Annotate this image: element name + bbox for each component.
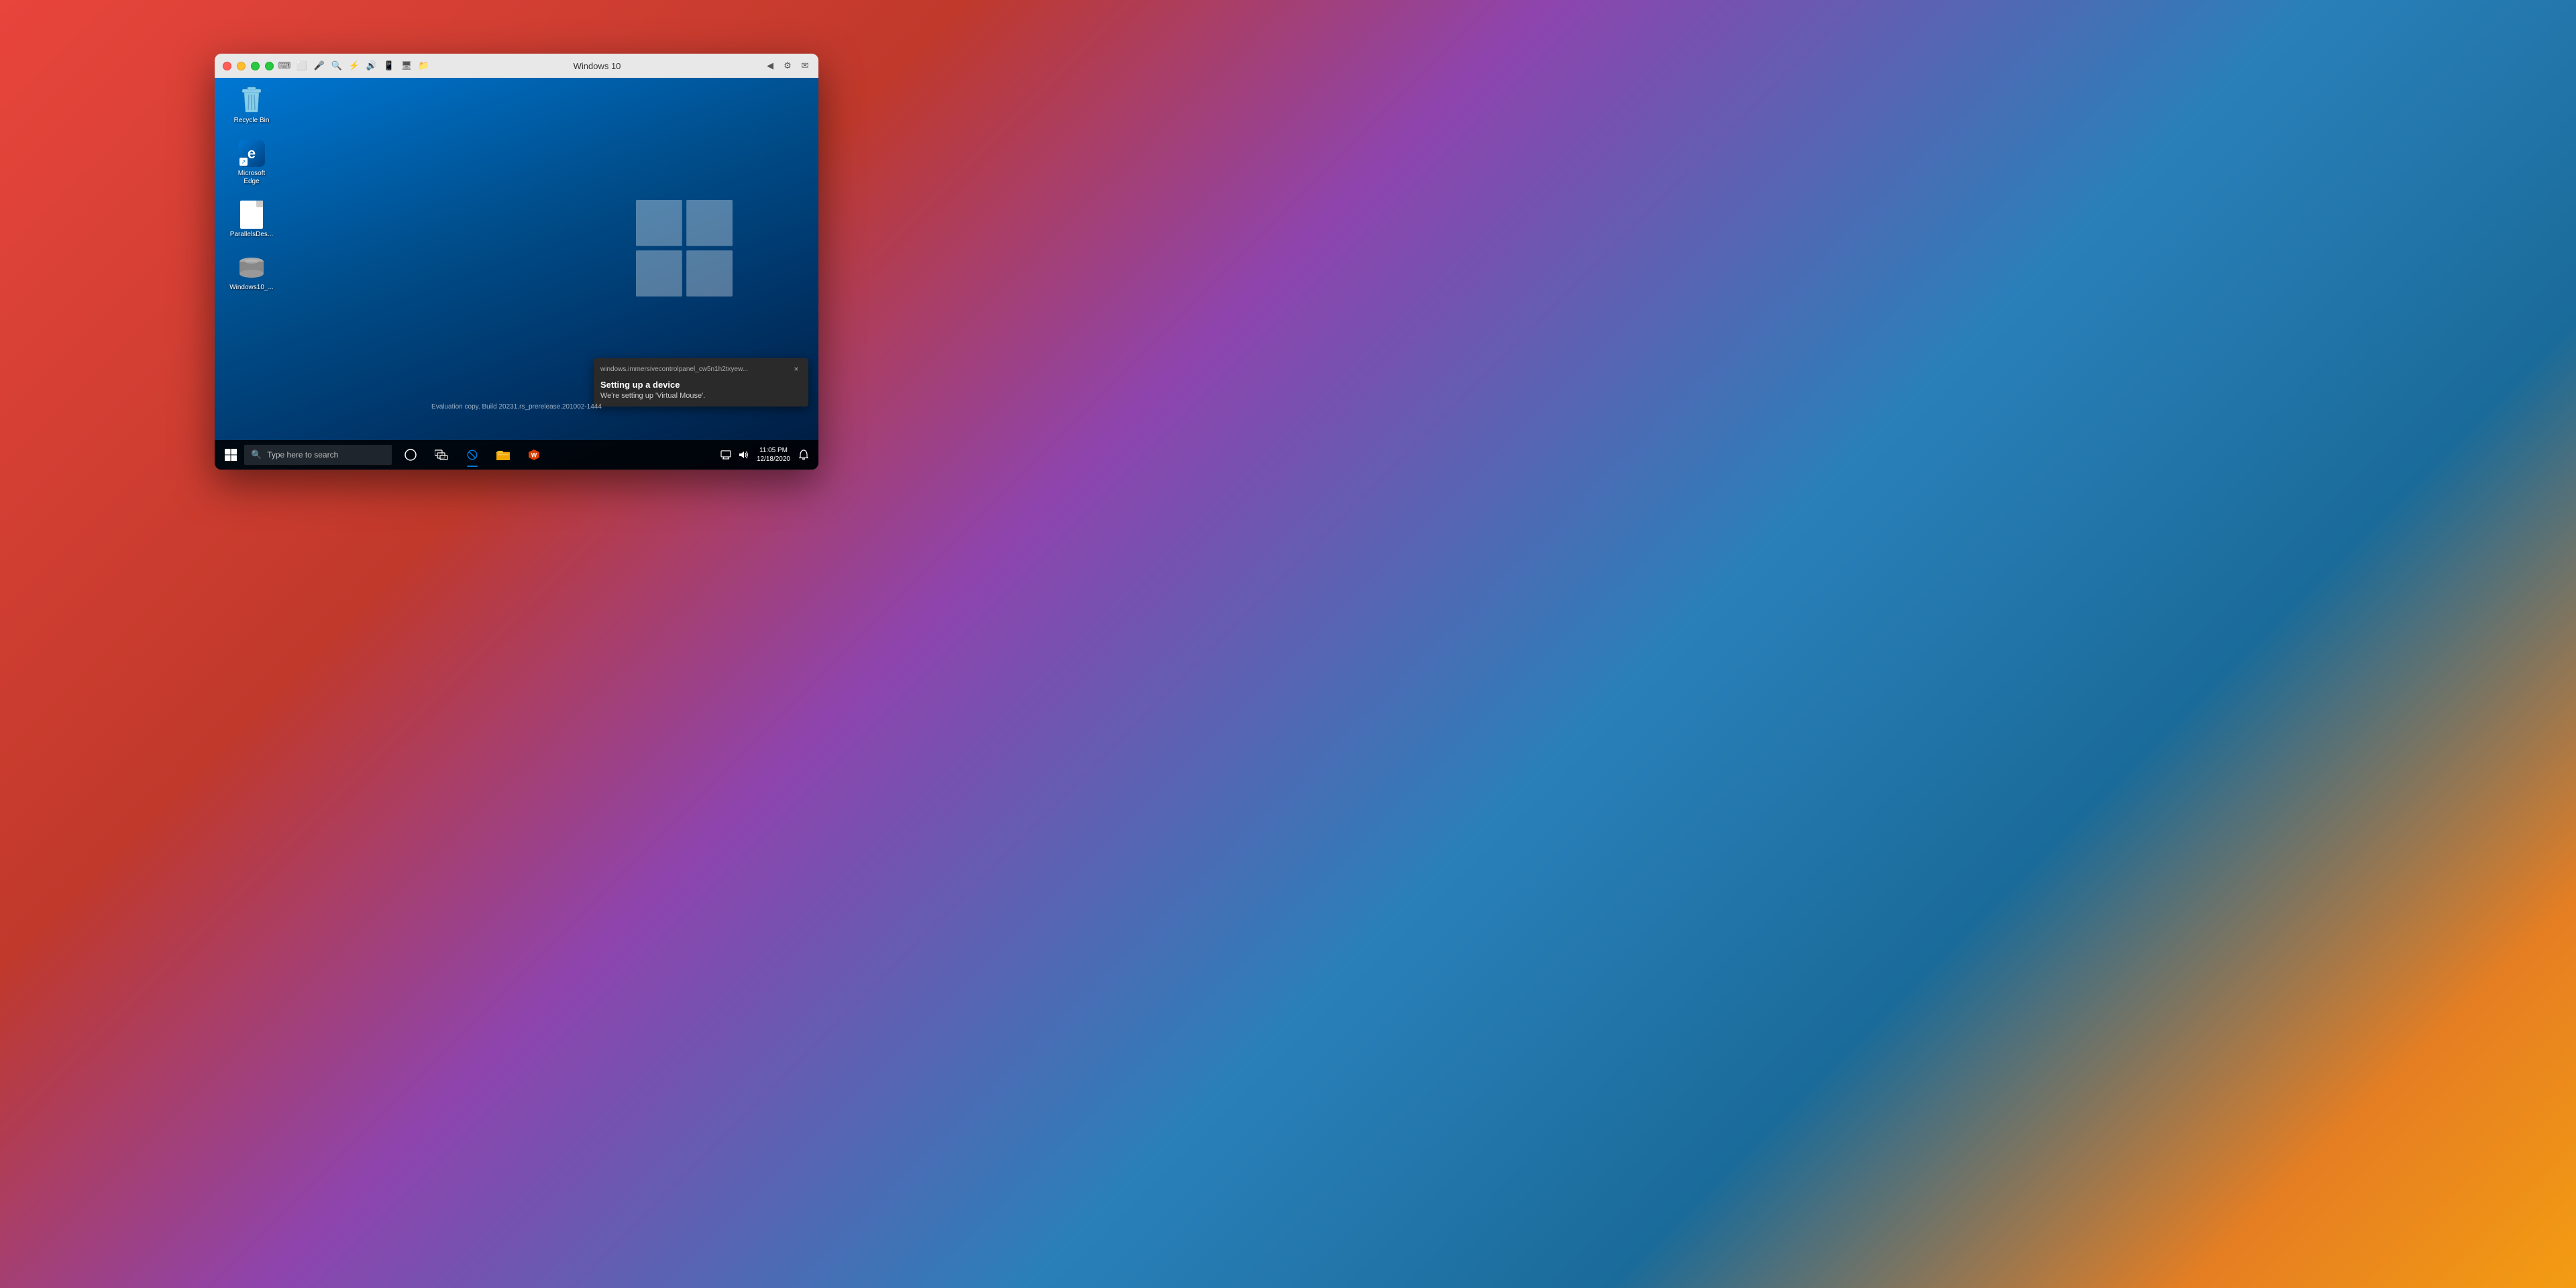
right-toolbar-icons: ◀ ⚙ ✉ xyxy=(765,60,810,71)
windows10-vm: Recycle Bin e ↗ MicrosoftEdge xyxy=(215,78,818,470)
maximize-button[interactable] xyxy=(251,62,260,70)
start-button[interactable] xyxy=(219,443,243,467)
taskbar-clock[interactable]: 11:05 PM 12/18/2020 xyxy=(754,446,793,464)
fullscreen-button[interactable] xyxy=(265,62,274,70)
notification-header: windows.immersivecontrolpanel_cw5n1h2txy… xyxy=(594,358,808,377)
windows10-iso-icon[interactable]: Windows10_... xyxy=(228,252,275,294)
toolbar-icons: ⌨ ⬜ 🎤 🔍 ⚡ 🔊 📱 🖥 📁 xyxy=(279,60,429,71)
recycle-bin-image xyxy=(238,87,265,114)
email-icon[interactable]: ✉ xyxy=(800,60,810,71)
phone-icon[interactable]: 📱 xyxy=(384,60,394,71)
recycle-bin-icon[interactable]: Recycle Bin xyxy=(228,85,275,127)
taskbar-search[interactable]: 🔍 Type here to search xyxy=(244,445,392,465)
edge-label: MicrosoftEdge xyxy=(238,170,266,186)
edge-taskbar-button[interactable] xyxy=(458,440,487,470)
edge-desktop-icon[interactable]: e ↗ MicrosoftEdge xyxy=(228,138,275,189)
parallels-arrow-icon: ↗ xyxy=(239,158,248,166)
svg-text:e: e xyxy=(248,145,256,162)
notification-app-name: windows.immersivecontrolpanel_cw5n1h2txy… xyxy=(600,366,748,373)
desktop: Recycle Bin e ↗ MicrosoftEdge xyxy=(215,78,818,440)
windows10-iso-label: Windows10_... xyxy=(229,284,274,292)
svg-text:W: W xyxy=(531,452,537,459)
taskbar: 🔍 Type here to search xyxy=(215,440,818,470)
task-view-button[interactable] xyxy=(427,440,456,470)
zoom-icon[interactable]: 🔍 xyxy=(331,60,342,71)
folder-icon[interactable]: 📁 xyxy=(419,60,429,71)
desktop-icons: Recycle Bin e ↗ MicrosoftEdge xyxy=(228,85,275,294)
task-view-icon xyxy=(435,449,448,460)
sound-icon[interactable]: 🔊 xyxy=(366,60,377,71)
recycle-bin-label: Recycle Bin xyxy=(234,117,270,125)
edge-taskbar-icon xyxy=(466,449,478,461)
action-center-button[interactable] xyxy=(797,448,810,462)
cortana-icon xyxy=(405,449,417,461)
parallels-window: ⌨ ⬜ 🎤 🔍 ⚡ 🔊 📱 🖥 📁 Windows 10 ◀ ⚙ ✉ xyxy=(215,54,818,470)
clock-date: 12/18/2020 xyxy=(757,455,790,464)
parallels-doc-image xyxy=(238,201,265,228)
explorer-icon xyxy=(496,449,510,460)
windows-logo xyxy=(631,195,738,302)
windows10-drive-image xyxy=(238,254,265,281)
system-tray: 11:05 PM 12/18/2020 xyxy=(715,446,814,464)
taskbar-center-buttons: W xyxy=(396,440,549,470)
titlebar: ⌨ ⬜ 🎤 🔍 ⚡ 🔊 📱 🖥 📁 Windows 10 ◀ ⚙ ✉ xyxy=(215,54,818,78)
office-icon: W xyxy=(527,448,541,462)
microphone-icon[interactable]: 🎤 xyxy=(314,60,325,71)
usb-icon[interactable]: ⚡ xyxy=(349,60,360,71)
close-button[interactable] xyxy=(223,62,231,70)
office-taskbar-button[interactable]: W xyxy=(519,440,549,470)
minimize-button[interactable] xyxy=(237,62,246,70)
explorer-taskbar-button[interactable] xyxy=(488,440,518,470)
search-icon: 🔍 xyxy=(251,449,262,460)
notification-center-icon[interactable] xyxy=(719,448,733,462)
action-center-icon xyxy=(799,449,808,460)
edge-image: e ↗ xyxy=(238,140,265,167)
cortana-button[interactable] xyxy=(396,440,425,470)
display-icon[interactable]: 🖥 xyxy=(401,60,412,71)
keyboard-icon[interactable]: ⌨ xyxy=(279,60,290,71)
parallels-desktop-icon[interactable]: ParallelsDes... xyxy=(228,199,275,241)
notification-popup: windows.immersivecontrolpanel_cw5n1h2txy… xyxy=(594,358,808,407)
parallels-desktop-label: ParallelsDes... xyxy=(230,231,273,239)
search-placeholder: Type here to search xyxy=(267,450,338,460)
windows-start-icon xyxy=(224,448,237,462)
back-icon[interactable]: ◀ xyxy=(765,60,775,71)
notification-close-button[interactable]: × xyxy=(791,364,802,374)
notification-text: We're setting up 'Virtual Mouse'. xyxy=(600,392,802,400)
window-title: Windows 10 xyxy=(435,61,759,71)
volume-icon[interactable] xyxy=(737,448,750,462)
clock-time: 11:05 PM xyxy=(759,446,788,455)
settings-icon[interactable]: ⚙ xyxy=(782,60,793,71)
eval-copy-watermark: Evaluation copy. Build 20231.rs_prerelea… xyxy=(215,402,818,412)
notification-title: Setting up a device xyxy=(600,380,802,390)
capture-icon[interactable]: ⬜ xyxy=(297,60,307,71)
